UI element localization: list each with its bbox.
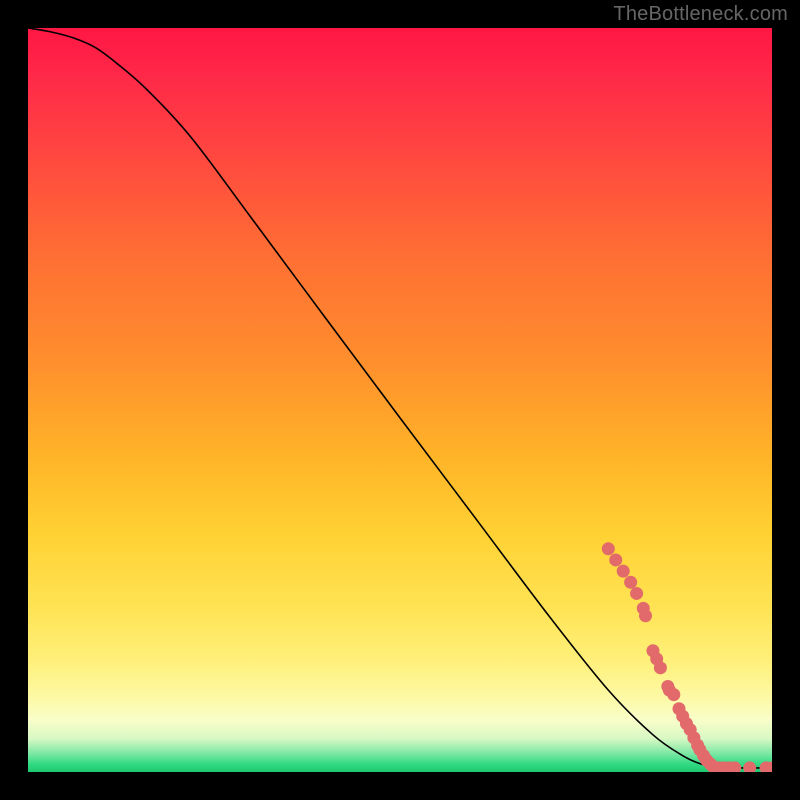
scatter-point: [639, 609, 652, 622]
plot-svg: [28, 28, 772, 772]
plot-area: [28, 28, 772, 772]
scatter-point: [667, 688, 680, 701]
scatter-point: [609, 553, 622, 566]
scatter-point: [624, 576, 637, 589]
watermark-label: TheBottleneck.com: [613, 3, 788, 26]
chart-root: TheBottleneck.com: [0, 0, 800, 800]
scatter-point: [654, 661, 667, 674]
scatter-point: [602, 542, 615, 555]
scatter-point: [617, 565, 630, 578]
scatter-point: [630, 587, 643, 600]
